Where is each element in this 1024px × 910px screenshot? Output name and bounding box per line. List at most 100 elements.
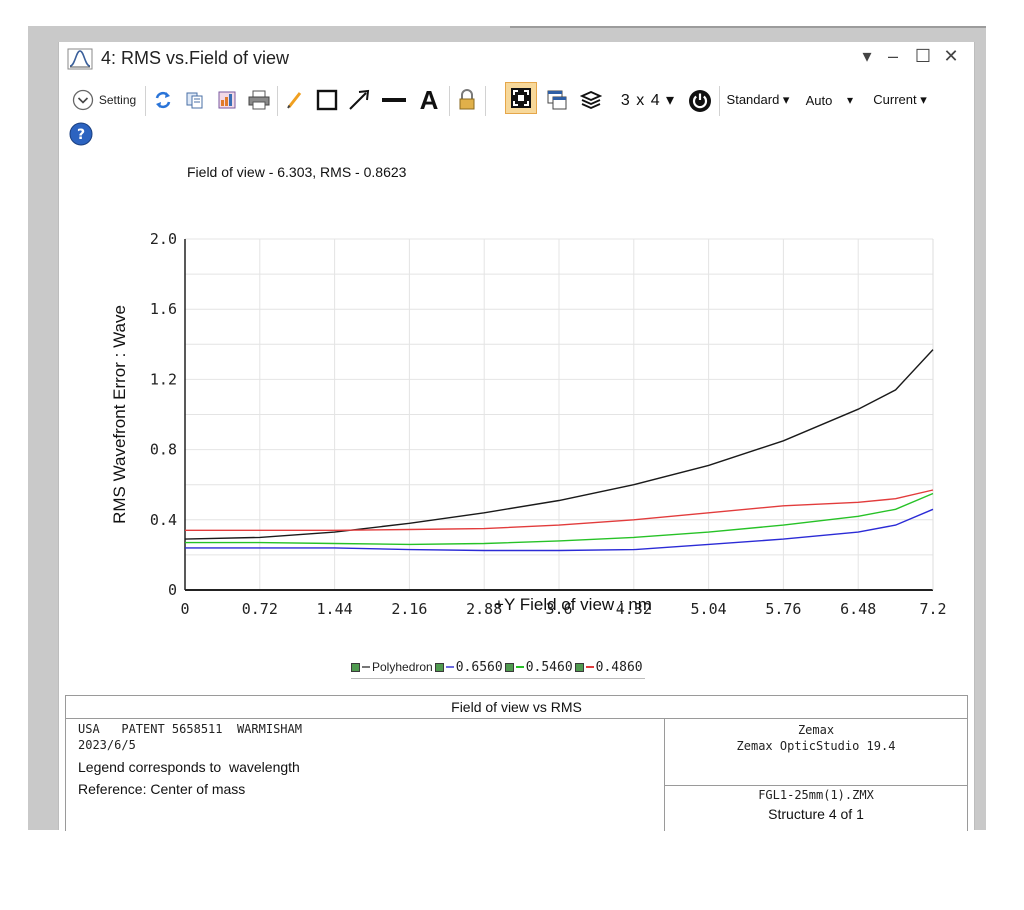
structure-label: Structure 4 of 1 — [768, 806, 864, 822]
legend-line — [515, 666, 524, 668]
line-icon — [382, 98, 406, 102]
toolbar: Setting A 3 x 4 ▾ Standard ▾ Auto ▾ Curr… — [59, 80, 974, 156]
legend-marker — [504, 662, 514, 672]
y-tick-label: 0.8 — [150, 441, 177, 459]
power-button[interactable] — [687, 88, 713, 114]
legend-item: 0.6560 — [434, 659, 503, 675]
title-bar[interactable]: 4: RMS vs.Field of view ▾ ‒ ☐ ✕ — [59, 42, 974, 78]
x-axis-label: +Y Field of view : nm — [494, 595, 652, 614]
layers-icon — [580, 91, 602, 109]
auto-dropdown[interactable]: Auto — [799, 88, 839, 112]
info-header: Field of view vs RMS — [66, 696, 967, 719]
rectangle-icon — [316, 89, 338, 111]
x-tick-label: 1.44 — [317, 600, 353, 618]
y-tick-label: 0.4 — [150, 511, 177, 529]
settings-label: Setting — [98, 93, 137, 107]
refresh-button[interactable] — [151, 88, 175, 112]
file-name: FGL1-25mm(1).ZMX — [758, 788, 874, 802]
line-tool-button[interactable] — [379, 88, 409, 112]
rectangle-tool-button[interactable] — [313, 88, 341, 112]
save-image-button[interactable] — [215, 88, 239, 112]
x-tick-label: 0 — [180, 600, 189, 618]
pencil-tool-button[interactable] — [283, 88, 307, 112]
refresh-icon — [155, 91, 171, 109]
y-axis-label: RMS Wavefront Error : Wave — [110, 305, 129, 524]
legend-item: Polyhedron — [351, 660, 433, 674]
power-icon — [689, 90, 711, 112]
settings-button[interactable]: Setting — [67, 88, 141, 112]
legend-marker — [351, 662, 360, 672]
layout-dropdown[interactable]: 3 x 4 ▾ — [615, 87, 681, 113]
info-left-cell: USA PATENT 5658511 WARMISHAM 2023/6/5 Le… — [66, 719, 665, 831]
y-tick-label: 0 — [168, 581, 177, 599]
info-company-cell: Zemax Zemax OpticStudio 19.4 — [665, 719, 967, 786]
legend-label: 0.6560 — [455, 659, 503, 675]
x-tick-label: 6.48 — [840, 600, 876, 618]
chart-window-icon — [67, 48, 93, 70]
fit-view-icon — [511, 88, 531, 108]
auto-dropdown-arrow[interactable]: ▾ — [841, 88, 859, 112]
legend-item: 0.4860 — [574, 659, 643, 675]
legend-line — [585, 666, 594, 668]
fit-view-button[interactable] — [505, 82, 537, 114]
chart-legend: Polyhedron 0.6560 0.5460 0.4860 — [351, 656, 645, 679]
x-tick-label: 7.2 — [919, 600, 946, 618]
window-clone-button[interactable] — [545, 88, 569, 112]
y-tick-label: 2.0 — [150, 230, 177, 248]
toolbar-separator — [449, 86, 450, 116]
toolbar-separator — [277, 86, 278, 116]
standard-dropdown[interactable]: Standard ▾ — [723, 88, 793, 112]
window-title: 4: RMS vs.Field of view — [101, 48, 290, 68]
layers-button[interactable] — [579, 88, 603, 112]
patent-line: USA PATENT 5658511 WARMISHAM — [78, 722, 302, 736]
print-button[interactable] — [247, 88, 271, 112]
current-dropdown[interactable]: Current ▾ — [865, 88, 935, 112]
printer-icon — [248, 90, 270, 110]
window-menu-button[interactable]: ▾ — [855, 46, 879, 67]
chevron-down-circle-icon — [72, 89, 93, 111]
text-tool-button[interactable]: A — [415, 85, 443, 115]
company-name: Zemax — [797, 723, 835, 737]
pencil-icon — [287, 92, 302, 109]
x-tick-label: 5.04 — [691, 600, 727, 618]
copy-icon — [186, 92, 203, 109]
legend-note: Legend corresponds to wavelength — [78, 759, 300, 775]
lock-icon — [459, 89, 475, 110]
y-tick-label: 1.2 — [150, 370, 177, 388]
help-icon: ? — [69, 122, 93, 146]
toolbar-separator — [719, 86, 720, 116]
lock-button[interactable] — [455, 88, 479, 112]
product-name: Zemax OpticStudio 19.4 — [736, 739, 896, 753]
save-image-icon — [218, 91, 236, 109]
windows-icon — [547, 90, 567, 110]
arrow-tool-button[interactable] — [345, 88, 373, 112]
legend-marker — [574, 662, 584, 672]
reference-note: Reference: Center of mass — [78, 781, 246, 797]
chart-title: Field of view - 6.303, RMS - 0.8623 — [187, 164, 407, 180]
background-left — [0, 0, 28, 830]
analysis-window: 4: RMS vs.Field of view ▾ ‒ ☐ ✕ Setting — [58, 42, 975, 831]
legend-marker — [434, 662, 444, 672]
legend-item: 0.5460 — [504, 659, 573, 675]
legend-label: 0.5460 — [525, 659, 573, 675]
legend-label: 0.4860 — [595, 659, 643, 675]
info-file-cell: FGL1-25mm(1).ZMX Structure 4 of 1 — [665, 786, 967, 831]
date-line: 2023/6/5 — [78, 738, 136, 752]
minimize-button[interactable]: ‒ — [881, 46, 905, 67]
legend-label: Polyhedron — [372, 660, 433, 674]
maximize-button[interactable]: ☐ — [911, 46, 935, 67]
toolbar-separator — [485, 86, 486, 116]
copy-button[interactable] — [183, 88, 207, 112]
x-tick-label: 5.76 — [765, 600, 801, 618]
frame-top-edge — [510, 26, 986, 28]
toolbar-separator — [145, 86, 146, 116]
svg-text:?: ? — [77, 127, 85, 143]
help-button[interactable]: ? — [69, 122, 93, 146]
info-panel: Field of view vs RMS USA PATENT 5658511 … — [65, 695, 968, 831]
close-button[interactable]: ✕ — [939, 46, 963, 67]
x-tick-label: 0.72 — [242, 600, 278, 618]
y-tick-label: 1.6 — [150, 300, 177, 318]
x-tick-label: 2.16 — [391, 600, 427, 618]
legend-line — [362, 666, 370, 668]
rms-chart[interactable]: Field of view - 6.303, RMS - 0.8623 0 0.7… — [59, 156, 974, 696]
